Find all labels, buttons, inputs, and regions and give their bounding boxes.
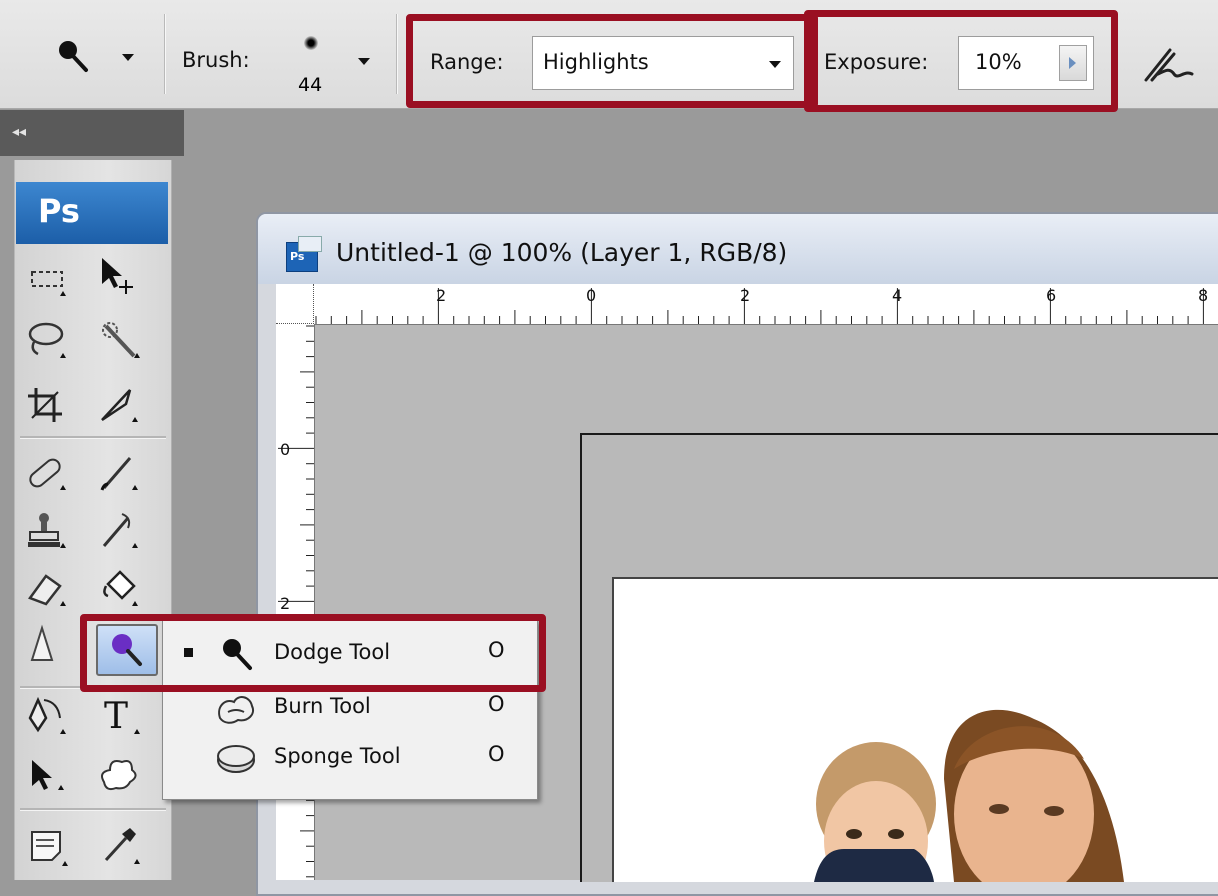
tools-panel-header: ◂◂ <box>0 110 184 156</box>
lasso-tool[interactable] <box>24 320 68 362</box>
hruler-tick-label: 6 <box>1046 286 1057 305</box>
menu-item-label: Sponge Tool <box>274 744 401 768</box>
crop-tool[interactable] <box>24 384 68 426</box>
pen-tool[interactable] <box>24 696 68 738</box>
stamp-icon <box>28 513 66 548</box>
vruler-tick-label: 2 <box>280 594 291 613</box>
history-brush-icon <box>102 513 138 548</box>
brush-label: Brush: <box>182 48 250 72</box>
type-icon: T <box>104 696 140 737</box>
airbrush-icon[interactable] <box>1140 40 1200 90</box>
vruler-tick-label: 0 <box>280 440 291 459</box>
hruler-tick-label: 8 <box>1198 286 1209 305</box>
brush-picker[interactable]: 44 <box>282 28 382 98</box>
menu-item-shortcut: O <box>488 692 505 716</box>
marquee-icon <box>31 271 66 296</box>
bandage-icon <box>29 458 66 490</box>
slice-tool[interactable] <box>96 384 140 426</box>
menu-item-label: Burn Tool <box>274 694 371 718</box>
ruler-origin[interactable] <box>276 284 314 324</box>
notes-tool[interactable] <box>26 826 70 868</box>
burn-tool-icon <box>218 696 254 724</box>
hruler-tick-label: 2 <box>436 286 447 305</box>
brush-tip-icon <box>304 36 318 50</box>
history-brush-tool[interactable] <box>96 510 140 552</box>
crop-icon <box>28 388 62 422</box>
brush-icon <box>100 457 138 491</box>
menu-item-shortcut: O <box>488 742 505 766</box>
notes-icon <box>31 831 68 866</box>
hruler-tick-label: 2 <box>740 286 751 305</box>
eyedropper-icon <box>104 828 140 864</box>
brush-tool[interactable] <box>96 452 140 494</box>
ps-logo: Ps <box>16 182 168 244</box>
collapse-panel-button[interactable]: ◂◂ <box>12 124 26 140</box>
custom-shape-icon <box>101 760 137 791</box>
eraser-icon <box>28 574 66 606</box>
range-highlight-box <box>406 14 818 108</box>
sponge-tool-icon <box>217 745 255 773</box>
hruler-tick-label: 0 <box>586 286 597 305</box>
paint-bucket-icon <box>103 570 138 606</box>
hruler-tick-label: 4 <box>892 286 903 305</box>
quick-selection-icon <box>102 322 140 358</box>
dodge-tool-icon <box>59 41 88 72</box>
move-icon <box>102 258 133 294</box>
path-selection-tool[interactable] <box>24 752 68 794</box>
chevron-down-icon <box>122 54 134 61</box>
paint-bucket-tool[interactable] <box>96 566 140 608</box>
lasso-icon <box>28 322 66 358</box>
brush-size: 44 <box>298 74 323 96</box>
marquee-tool[interactable] <box>26 258 70 300</box>
blur-icon <box>30 624 54 661</box>
healing-brush-tool[interactable] <box>24 452 68 494</box>
menu-item-sponge-tool[interactable]: Sponge Tool O <box>162 730 536 784</box>
exposure-highlight-box <box>804 10 1118 112</box>
ps-logo-text: Ps <box>38 192 80 230</box>
chevron-down-icon <box>358 58 370 65</box>
document-ps-icon: Ps <box>286 236 322 272</box>
dodge-tool-highlight-box <box>80 614 546 692</box>
pen-icon <box>28 696 66 734</box>
blur-tool[interactable] <box>28 624 72 666</box>
svg-text:T: T <box>104 696 128 736</box>
tool-preset-picker[interactable] <box>50 30 150 80</box>
photo-layer[interactable] <box>612 577 1218 882</box>
eraser-tool[interactable] <box>24 568 68 610</box>
type-tool[interactable]: T <box>98 694 142 737</box>
slice-icon <box>101 389 138 422</box>
photo-image <box>814 709 1124 882</box>
eyedropper-tool[interactable] <box>98 824 142 866</box>
arrow-icon <box>32 760 64 790</box>
document-title: Untitled-1 @ 100% (Layer 1, RGB/8) <box>336 238 788 267</box>
custom-shape-tool[interactable] <box>96 752 140 794</box>
clone-stamp-tool[interactable] <box>24 510 68 552</box>
quick-selection-tool[interactable] <box>98 320 142 362</box>
move-tool[interactable] <box>96 254 140 296</box>
